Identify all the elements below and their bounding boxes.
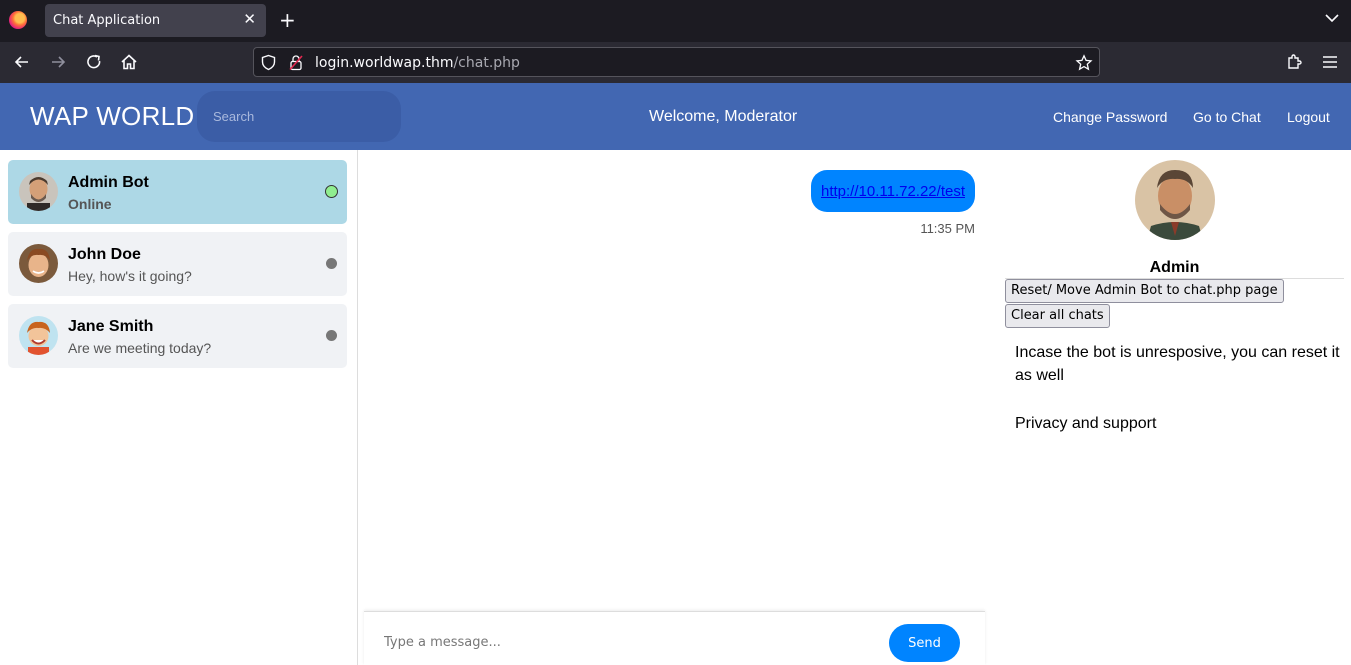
message-link[interactable]: http://10.11.72.22/test (821, 183, 965, 200)
offline-status-dot (326, 330, 337, 341)
firefox-logo-icon (9, 11, 27, 29)
message-input[interactable] (376, 624, 876, 660)
online-status-dot (325, 185, 338, 198)
message-bubble: http://10.11.72.22/test (811, 170, 975, 212)
extensions-icon[interactable] (1284, 52, 1304, 72)
contact-item-jane-smith[interactable]: Jane Smith Are we meeting today? (8, 304, 347, 368)
contact-item-john-doe[interactable]: John Doe Hey, how's it going? (8, 232, 347, 296)
tab-title: Chat Application (53, 13, 161, 28)
contact-last-message: Hey, how's it going? (68, 268, 192, 284)
clear-all-chats-button[interactable]: Clear all chats (1005, 304, 1110, 328)
contacts-sidebar: Admin Bot Online John Doe Hey, how's it … (0, 150, 358, 665)
offline-status-dot (326, 258, 337, 269)
chat-area: http://10.11.72.22/test 11:35 PM Send (358, 150, 988, 665)
list-tabs-chevron-icon[interactable] (1325, 11, 1339, 25)
message-timestamp: 11:35 PM (920, 221, 975, 236)
reload-icon[interactable] (84, 52, 104, 72)
contact-name: Admin Bot (68, 174, 149, 191)
contact-name: Jane Smith (68, 318, 154, 335)
browser-tab[interactable]: Chat Application ✕ (45, 4, 266, 37)
menu-hamburger-icon[interactable] (1320, 52, 1340, 72)
forward-arrow-icon[interactable] (48, 52, 68, 72)
avatar (19, 172, 58, 211)
contact-status: Online (68, 196, 112, 212)
browser-nav-bar: login.worldwap.thm/chat.php (0, 42, 1351, 83)
profile-panel: Admin Reset/ Move Admin Bot to chat.php … (1005, 150, 1351, 665)
tab-close-icon[interactable]: ✕ (243, 10, 256, 28)
bot-reset-info-text: Incase the bot is unresposive, you can r… (1015, 344, 1340, 384)
avatar (19, 244, 58, 283)
message-composer: Send (364, 611, 985, 665)
url-text[interactable]: login.worldwap.thm/chat.php (315, 55, 520, 71)
app-header: WAP WORLD Welcome, Moderator Change Pass… (0, 83, 1351, 150)
logout-link[interactable]: Logout (1287, 109, 1330, 125)
avatar (19, 316, 58, 355)
url-host: login.worldwap.thm (315, 55, 454, 71)
bookmark-star-icon[interactable] (1075, 54, 1093, 72)
search-input[interactable] (197, 91, 401, 142)
url-bar[interactable]: login.worldwap.thm/chat.php (253, 47, 1100, 77)
contact-name: John Doe (68, 246, 141, 263)
browser-tab-bar: Chat Application ✕ + (0, 0, 1351, 42)
new-tab-icon[interactable]: + (279, 9, 296, 31)
brand-logo: WAP WORLD (30, 101, 195, 131)
change-password-link[interactable]: Change Password (1053, 109, 1167, 125)
url-path: /chat.php (453, 55, 520, 71)
send-button[interactable]: Send (889, 624, 960, 662)
contact-last-message: Are we meeting today? (68, 340, 212, 356)
privacy-support-link[interactable]: Privacy and support (1015, 415, 1156, 433)
profile-name: Admin (1149, 259, 1200, 276)
contact-item-admin-bot[interactable]: Admin Bot Online (8, 160, 347, 224)
back-arrow-icon[interactable] (12, 52, 32, 72)
welcome-text: Welcome, Moderator (649, 108, 798, 125)
go-to-chat-link[interactable]: Go to Chat (1193, 109, 1261, 125)
shield-icon[interactable] (260, 54, 277, 71)
home-icon[interactable] (119, 52, 139, 72)
profile-avatar (1135, 160, 1215, 240)
reset-admin-bot-button[interactable]: Reset/ Move Admin Bot to chat.php page (1005, 279, 1284, 303)
lock-insecure-icon[interactable] (288, 54, 304, 71)
